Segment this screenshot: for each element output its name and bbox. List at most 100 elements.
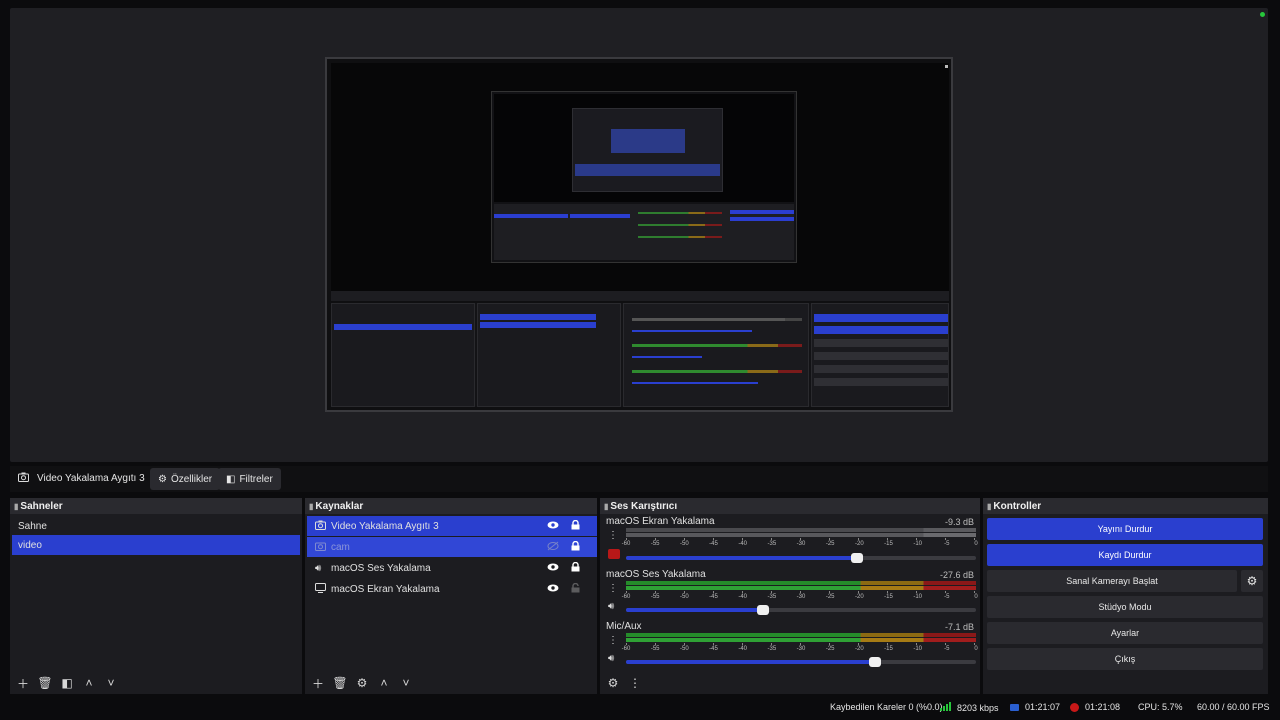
remove-source-button[interactable]: 🗑 (332, 676, 347, 690)
volume-slider[interactable] (626, 605, 976, 615)
meter-scale: -60 -55 -50 -45 -40 -35 -30 -25 -20 -15 -10 -5 0 (622, 538, 978, 548)
settings-button[interactable]: Ayarlar (987, 622, 1263, 644)
eye-off-icon[interactable] (547, 541, 559, 554)
volume-slider[interactable] (626, 553, 976, 563)
dock-handle-icon: ▮ (604, 501, 609, 511)
remove-scene-button[interactable]: 🗑 (37, 676, 52, 690)
meter-tick-label: -30 (796, 541, 806, 547)
meter-tick-label: -10 (913, 541, 922, 547)
meter-tick-label: -10 (913, 594, 922, 600)
stop-stream-button[interactable]: Yayını Durdur (987, 518, 1263, 540)
volume-meter (626, 633, 976, 637)
meter-tick-label: -50 (679, 594, 689, 600)
volume-knob[interactable] (756, 605, 769, 615)
source-item[interactable]: cam (307, 537, 597, 557)
camera-icon (18, 472, 29, 485)
obs-window: Video Yakalama Aygıtı 3 ⚙ Özellikler ◧ F… (0, 0, 1280, 720)
add-scene-button[interactable]: ＋ (16, 676, 30, 691)
source-item[interactable]: 🔊︎ macOS Ses Yakalama (307, 558, 597, 578)
advanced-audio-button[interactable]: ⚙ (606, 676, 620, 690)
record-icon (1070, 702, 1079, 712)
properties-label: Özellikler (170, 473, 213, 485)
bitrate: 8203 kbps (940, 702, 999, 713)
muted-speaker-icon[interactable] (608, 549, 620, 559)
meter-tick-label: -35 (767, 541, 777, 547)
eye-icon[interactable] (547, 584, 559, 595)
channel-menu-icon[interactable]: ⋮ (608, 635, 618, 646)
channel-menu-icon[interactable]: ⋮ (608, 583, 618, 594)
program-preview-canvas[interactable] (325, 57, 953, 412)
meter-tick-label: -45 (709, 594, 718, 600)
properties-button[interactable]: ⚙ Özellikler (150, 468, 221, 490)
meter-tick-label: -60 (621, 541, 631, 547)
speaker-icon: 🔊︎ (315, 562, 322, 574)
add-source-button[interactable]: ＋ (311, 676, 325, 691)
move-scene-up-button[interactable]: ˄ (82, 676, 96, 690)
source-properties-button[interactable]: ⚙ (355, 676, 369, 690)
meter-tick-label: -45 (709, 541, 718, 547)
meter-tick-label: -5 (944, 594, 950, 600)
lock-icon[interactable] (571, 519, 580, 533)
start-virtual-camera-button[interactable]: Sanal Kamerayı Başlat (987, 570, 1237, 592)
speaker-icon[interactable]: 🔊︎ (608, 653, 614, 664)
lock-icon[interactable] (571, 540, 580, 554)
volume-knob[interactable] (868, 657, 881, 667)
stream-icon (1010, 703, 1019, 711)
gear-icon: ⚙ (1246, 574, 1258, 588)
meter-tick-label: -45 (709, 646, 718, 652)
speaker-icon[interactable]: 🔊︎ (608, 601, 614, 612)
meter-scale: -60 -55 -50 -45 -40 -35 -30 -25 -20 -15 -10 -5 0 (622, 591, 978, 601)
source-item[interactable]: Video Yakalama Aygıtı 3 (307, 516, 597, 536)
source-toolbar: Video Yakalama Aygıtı 3 ⚙ Özellikler ◧ F… (10, 466, 1268, 492)
mixer-menu-button[interactable]: ⋮ (628, 676, 642, 690)
filter-icon: ◧ (226, 473, 236, 485)
volume-slider[interactable] (626, 657, 976, 667)
stop-record-button[interactable]: Kaydı Durdur (987, 544, 1263, 566)
move-scene-down-button[interactable]: ˅ (104, 676, 118, 690)
channel-db: -7.1 dB (944, 622, 974, 632)
meter-tick-label: -55 (650, 541, 660, 547)
gear-icon: ⚙ (158, 473, 167, 485)
dock-handle-icon: ▮ (309, 501, 314, 511)
audio-mixer-dock: ▮ Ses Karıştırıcı macOS Ekran Yakalama -… (600, 498, 980, 694)
channel-name: macOS Ekran Yakalama (606, 516, 715, 527)
channel-menu-icon[interactable]: ⋮ (608, 530, 618, 541)
meter-tick-label: -35 (767, 594, 777, 600)
move-source-down-button[interactable]: ˅ (399, 676, 413, 690)
unlock-icon[interactable] (571, 582, 580, 596)
meter-tick-label: -5 (944, 646, 950, 652)
studio-mode-button[interactable]: Stüdyo Modu (987, 596, 1263, 618)
scene-item-sahne[interactable]: Sahne (12, 516, 300, 536)
meter-tick-label: -40 (738, 541, 747, 547)
eye-icon[interactable] (547, 563, 559, 574)
lock-icon[interactable] (571, 561, 580, 575)
meter-tick-label: -25 (825, 541, 835, 547)
source-item[interactable]: macOS Ekran Yakalama (307, 579, 597, 599)
meter-tick-label: -40 (738, 646, 747, 652)
meter-tick-label: 0 (974, 646, 978, 652)
nested-preview (491, 91, 797, 263)
scene-item-video[interactable]: video (12, 535, 300, 555)
exit-button[interactable]: Çıkış (987, 648, 1263, 670)
meter-tick-label: -25 (825, 594, 835, 600)
meter-tick-label: -60 (621, 594, 631, 600)
monitor-icon (315, 582, 326, 596)
volume-knob[interactable] (851, 553, 863, 563)
dock-handle-icon: ▮ (987, 501, 992, 511)
meter-tick-label: -30 (796, 646, 806, 652)
virtual-camera-settings-button[interactable]: ⚙ (1241, 570, 1263, 592)
eye-icon[interactable] (547, 521, 559, 532)
source-label: cam (331, 541, 350, 553)
move-source-up-button[interactable]: ˄ (377, 676, 391, 690)
stream-time: 01:21:07 (1010, 702, 1060, 712)
filters-button[interactable]: ◧ Filtreler (218, 468, 281, 490)
source-label: macOS Ses Yakalama (331, 562, 431, 574)
signal-bars-icon (940, 702, 951, 713)
channel-db: -9.3 dB (944, 517, 974, 527)
meter-tick-label: -30 (796, 594, 806, 600)
source-label: Video Yakalama Aygıtı 3 (331, 520, 439, 532)
scene-filters-button[interactable]: ◧ (60, 676, 74, 690)
channel-db: -27.6 dB (939, 570, 974, 580)
sources-dock-title: ▮ Kaynaklar (305, 498, 597, 514)
sources-dock: ▮ Kaynaklar Video Yakalama Aygıtı 3 cam (305, 498, 597, 694)
